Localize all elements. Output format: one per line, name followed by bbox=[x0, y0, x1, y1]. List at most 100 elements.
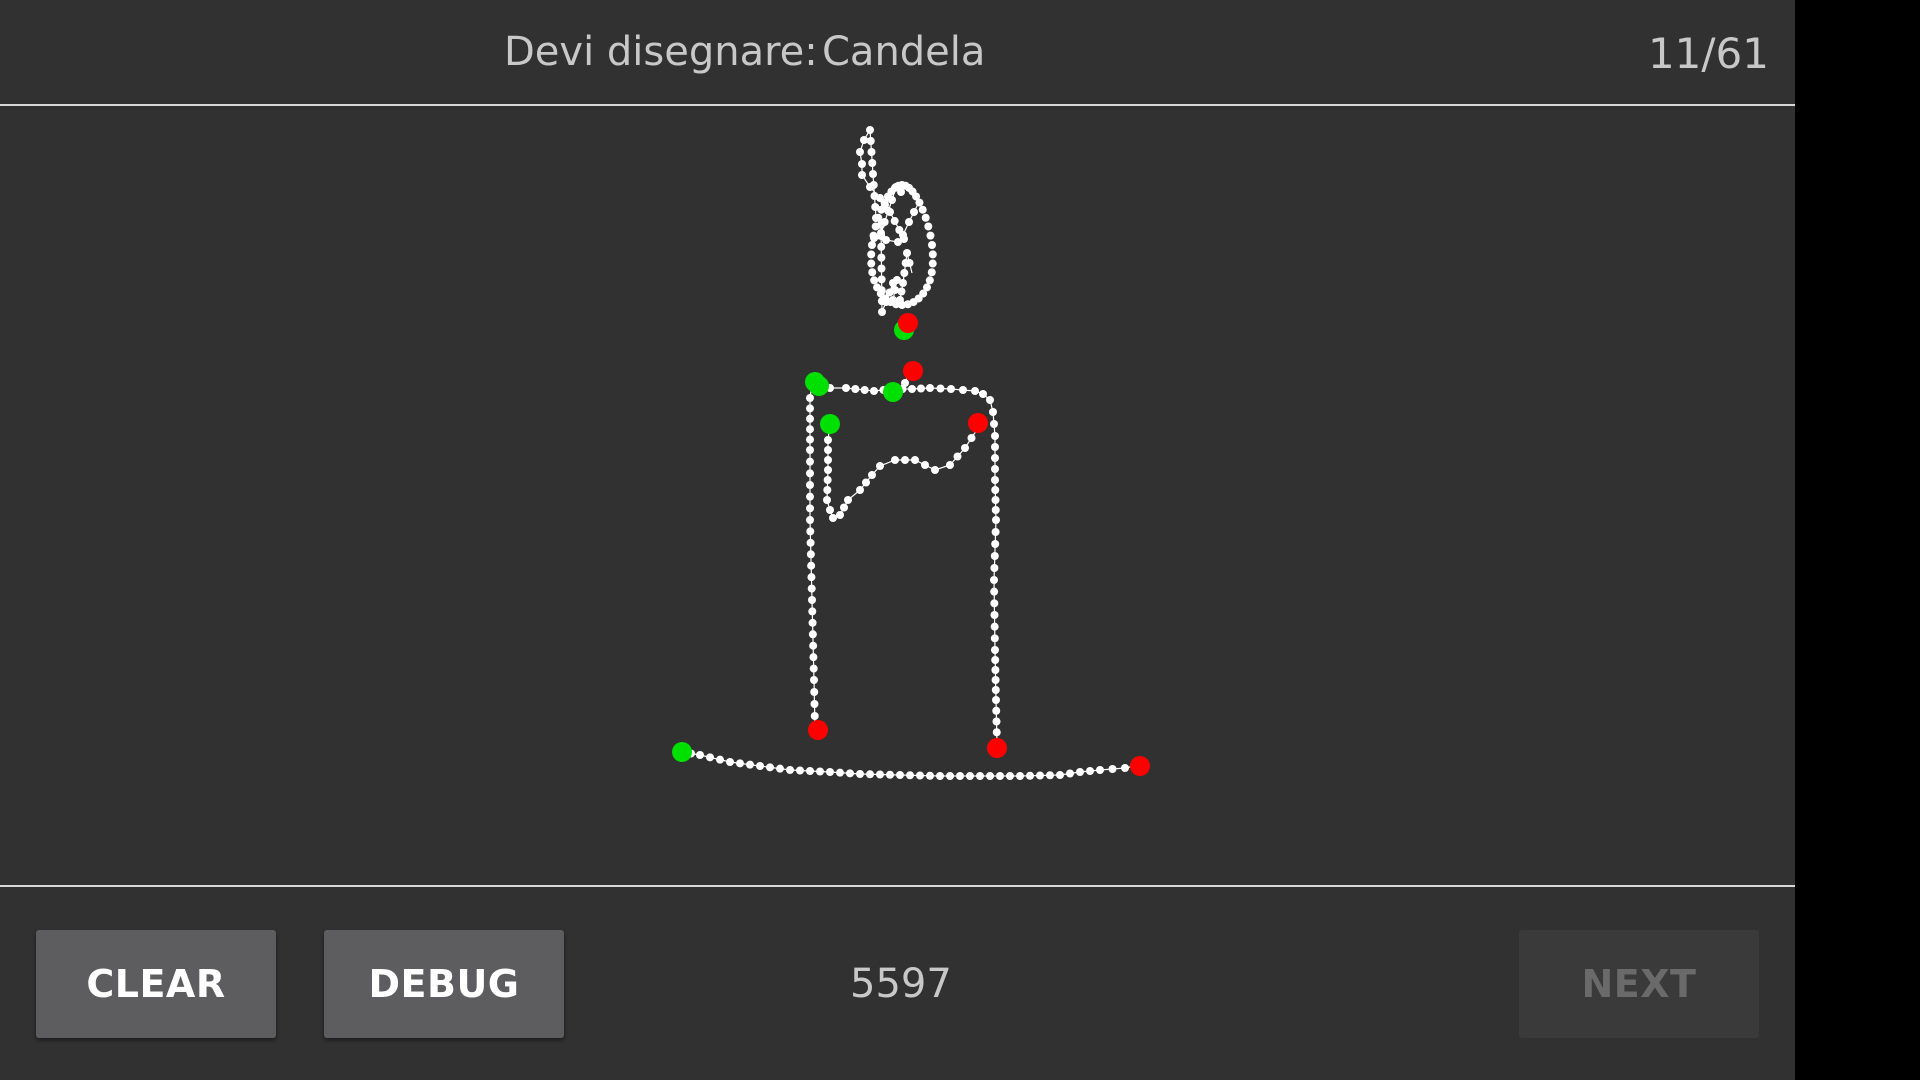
stroke-dot bbox=[1006, 772, 1014, 780]
stroke-dot bbox=[992, 516, 1000, 524]
next-button[interactable]: NEXT bbox=[1519, 930, 1759, 1038]
stroke-dot bbox=[990, 611, 999, 619]
stroke-dot bbox=[870, 387, 878, 395]
stroke-dot bbox=[877, 264, 886, 273]
stroke-end-marker bbox=[968, 413, 988, 433]
clear-button[interactable]: CLEAR bbox=[36, 930, 276, 1038]
stroke-dot bbox=[806, 457, 814, 466]
stroke-dot bbox=[806, 414, 814, 423]
stroke-dot bbox=[824, 466, 832, 474]
stroke-dot bbox=[1056, 771, 1064, 779]
stroke-dot bbox=[928, 259, 937, 268]
debug-button[interactable]: DEBUG bbox=[324, 930, 564, 1038]
stroke-dot bbox=[860, 136, 868, 144]
stroke-dot bbox=[867, 259, 876, 268]
stroke-dot bbox=[911, 456, 919, 464]
stroke-dot bbox=[806, 550, 815, 559]
stroke-dot bbox=[806, 538, 815, 547]
stroke-dot bbox=[786, 766, 794, 774]
score-value: 5597 bbox=[850, 961, 952, 1007]
stroke-dot bbox=[905, 218, 913, 226]
stroke-dot bbox=[716, 755, 724, 764]
stroke-dot bbox=[867, 250, 876, 259]
stroke-dot bbox=[856, 148, 864, 156]
stroke-dot bbox=[926, 384, 934, 392]
stroke-dot bbox=[806, 425, 814, 434]
stroke-dot bbox=[1046, 771, 1054, 780]
drawing-canvas[interactable] bbox=[0, 106, 1795, 885]
stroke-dot bbox=[869, 170, 877, 178]
stroke-dot bbox=[1121, 764, 1129, 772]
stroke-dot bbox=[927, 268, 936, 277]
stroke-dot bbox=[915, 198, 924, 207]
stroke-dot bbox=[990, 552, 999, 560]
stroke-dot bbox=[726, 758, 734, 766]
stroke-end-marker bbox=[987, 738, 1007, 758]
stroke-dot bbox=[899, 279, 907, 287]
stroke-dot bbox=[990, 622, 999, 631]
app-window: Devi disegnare: Candela 11/61 CLEAR DEBU… bbox=[0, 0, 1795, 1080]
stroke-dot bbox=[924, 222, 933, 231]
stroke-dot bbox=[806, 394, 814, 402]
stroke-dot bbox=[897, 287, 906, 296]
stroke-dot bbox=[1036, 771, 1044, 780]
stroke-dot bbox=[976, 772, 984, 780]
stroke-dot bbox=[894, 238, 902, 246]
stroke-dot bbox=[990, 564, 999, 572]
stroke-dot bbox=[806, 446, 814, 454]
stroke-dot bbox=[868, 159, 877, 167]
toolbar: CLEAR DEBUG 5597 NEXT bbox=[0, 887, 1795, 1080]
stroke-dot bbox=[992, 728, 1001, 737]
stroke-dot bbox=[809, 664, 818, 673]
stroke-dot bbox=[806, 767, 814, 775]
stroke-dot bbox=[856, 770, 864, 778]
stroke-dot bbox=[808, 630, 817, 639]
stroke-dot bbox=[836, 768, 844, 777]
stroke-dot bbox=[991, 540, 1000, 548]
stroke-dot bbox=[876, 462, 884, 470]
stroke-dot bbox=[806, 504, 814, 513]
stroke-dot bbox=[858, 171, 866, 179]
stroke-end-marker bbox=[898, 313, 918, 333]
stroke-dot bbox=[990, 599, 999, 608]
prompt-label: Devi disegnare: bbox=[504, 29, 818, 75]
stroke-dot bbox=[706, 753, 714, 762]
stroke-dot bbox=[931, 466, 939, 474]
stroke-dot bbox=[918, 205, 927, 214]
stroke-dot bbox=[990, 634, 999, 643]
stroke-dot bbox=[851, 385, 860, 393]
stroke-dot bbox=[990, 587, 999, 596]
progress-counter: 11/61 bbox=[1647, 29, 1769, 78]
stroke-dot bbox=[736, 759, 744, 768]
stroke-dot bbox=[966, 772, 974, 780]
stroke-dot bbox=[896, 771, 904, 779]
stroke-dot bbox=[1108, 765, 1117, 773]
stroke-dot bbox=[868, 241, 876, 249]
stroke-dot bbox=[928, 241, 936, 249]
stroke-dot bbox=[901, 456, 909, 464]
stroke-dot bbox=[806, 404, 814, 413]
stroke-dot bbox=[808, 618, 817, 627]
stroke-dot bbox=[873, 283, 882, 292]
stroke-dot bbox=[870, 192, 879, 200]
stroke-dot bbox=[866, 137, 875, 145]
stroke-dot bbox=[876, 770, 884, 779]
stroke-dot bbox=[867, 148, 876, 156]
stroke-dot bbox=[989, 408, 997, 416]
stroke-dot bbox=[990, 420, 998, 428]
stroke-dot bbox=[882, 236, 890, 244]
stroke-dot bbox=[921, 213, 930, 222]
stroke-dot bbox=[1086, 767, 1094, 775]
stroke-dot bbox=[992, 696, 1000, 704]
stroke-dot bbox=[866, 770, 874, 779]
stroke-dot bbox=[868, 268, 877, 277]
stroke-dot bbox=[807, 561, 816, 570]
stroke-dot bbox=[961, 444, 969, 452]
stroke-dot bbox=[991, 686, 1000, 694]
stroke-dot bbox=[826, 506, 834, 514]
stroke-dot bbox=[979, 390, 987, 398]
header: Devi disegnare: Candela 11/61 bbox=[0, 0, 1795, 105]
stroke-dot bbox=[991, 676, 1000, 684]
stroke-dot bbox=[862, 478, 870, 487]
stroke-dot bbox=[991, 646, 999, 654]
